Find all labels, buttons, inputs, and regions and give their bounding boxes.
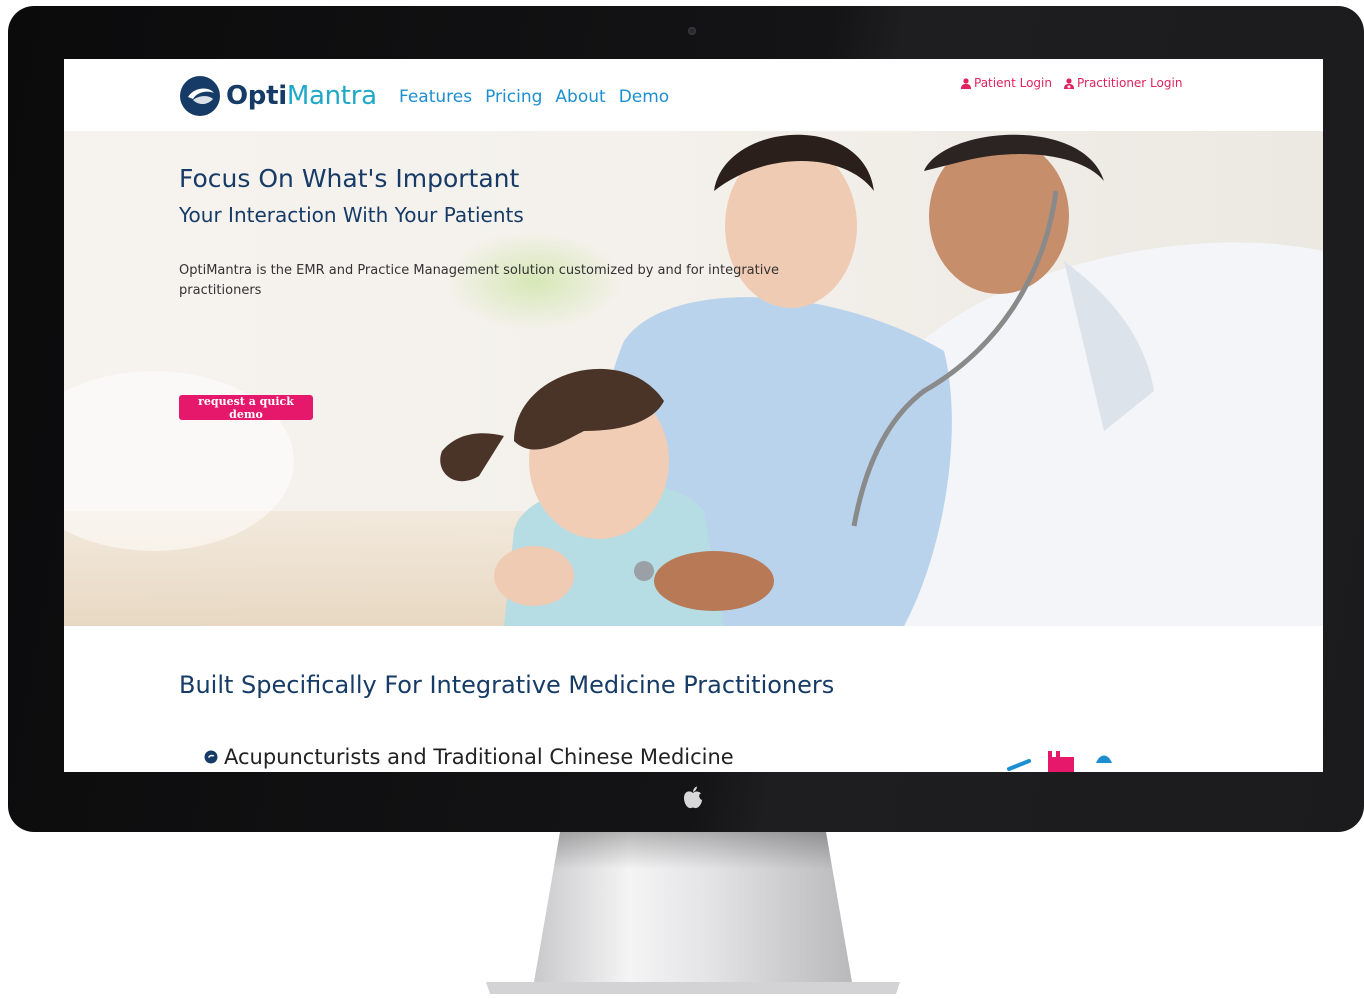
nav-pricing[interactable]: Pricing (485, 87, 542, 107)
login-nav: Patient Login Practitioner Login (961, 76, 1182, 90)
practitioner-type-label: Acupuncturists and Traditional Chinese M… (224, 745, 734, 769)
hero-description: OptiMantra is the EMR and Practice Manag… (179, 263, 780, 298)
camera-dot (688, 27, 696, 35)
hero-subtitle: Your Interaction With Your Patients (179, 203, 524, 227)
optimantra-logo-icon (180, 76, 220, 116)
monitor-stand (486, 832, 900, 994)
logo-opti: Opti (226, 81, 287, 111)
site-header: OptiMantra Features Pricing About Demo P… (64, 59, 1323, 131)
logo-wordmark: OptiMantra (226, 81, 377, 111)
website-screen: OptiMantra Features Pricing About Demo P… (64, 59, 1323, 772)
list-item: Acupuncturists and Traditional Chinese M… (204, 745, 734, 769)
nav-features[interactable]: Features (399, 87, 472, 107)
nav-about[interactable]: About (555, 87, 605, 107)
practitioner-login-label: Practitioner Login (1076, 76, 1183, 90)
apple-logo-icon (684, 786, 702, 809)
optimantra-logo[interactable]: OptiMantra (179, 74, 377, 118)
patient-login-link[interactable]: Patient Login (961, 76, 1052, 90)
patient-login-label: Patient Login (974, 76, 1052, 90)
hero-title: Focus On What's Important (179, 164, 520, 193)
user-md-icon (1063, 77, 1074, 89)
logo-mantra: Mantra (286, 81, 377, 111)
specialty-icons-illustration (1007, 751, 1112, 772)
practitioners-section-title: Built Specifically For Integrative Medic… (179, 671, 835, 699)
practitioner-login-link[interactable]: Practitioner Login (1063, 76, 1183, 90)
user-icon (961, 77, 971, 89)
nav-demo[interactable]: Demo (619, 87, 670, 107)
circle-arrow-icon (204, 750, 218, 764)
hero-section: Focus On What's Important Your Interacti… (64, 131, 1323, 626)
request-demo-button[interactable]: request a quick demo (179, 395, 313, 421)
main-nav: Features Pricing About Demo (399, 87, 669, 107)
